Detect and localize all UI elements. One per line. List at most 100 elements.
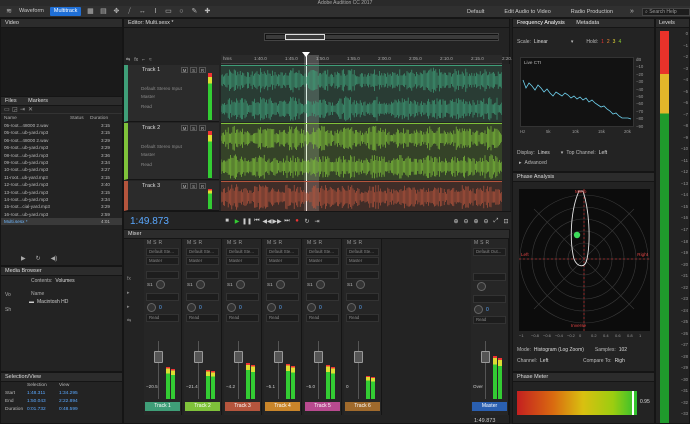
send-knob[interactable] [477,282,486,291]
autoplay-icon[interactable]: ▶ [21,255,26,262]
view-value[interactable]: 2:22.894 [59,399,78,404]
eq-row-icon[interactable]: ▸ [127,304,140,310]
overview-window[interactable] [285,34,325,40]
eq-icon[interactable]: ≈ [149,57,152,63]
advanced-row[interactable]: ▸ Advanced [519,160,547,166]
waveform-button[interactable]: Waveform [15,7,48,16]
fx-toggle[interactable]: fx [134,57,138,63]
tab-files[interactable]: Files [5,98,17,104]
strip-track-name[interactable]: Track 4 [265,402,300,411]
solo-button[interactable]: S [480,240,483,246]
slip-tool-icon[interactable]: ↔ [138,8,146,16]
spectral-display-icon[interactable]: ▦ [86,8,94,16]
sends-icon[interactable]: ⌐ [142,57,145,63]
stop-icon[interactable]: ■ [222,218,232,224]
volume-fader[interactable] [154,351,163,364]
volume-knob[interactable] [347,303,356,312]
play-icon[interactable]: ▶ [232,218,242,225]
workspace-menu-icon[interactable]: » [628,8,636,16]
strip-eq[interactable] [146,293,179,301]
track-mode[interactable]: Read [128,161,219,169]
selection-value[interactable]: 0:01.732 [27,407,59,412]
hold-2-button[interactable]: 2 [607,39,610,45]
file-row[interactable]: 09-root...ub-yard.mp3 3:34 [1,159,122,166]
strip-automation-mode[interactable]: Read [346,314,379,322]
volume-knob[interactable] [227,303,236,312]
mute-button[interactable]: M [187,240,191,246]
view-value[interactable]: 1:34.295 [59,391,78,396]
solo-button[interactable]: S [190,67,197,73]
track-header[interactable]: Track 1 M S R Default Stereo Input Master Read [124,65,219,122]
track-output[interactable]: Master [128,93,219,101]
strip-fx-rack[interactable] [346,271,379,279]
volume-value[interactable]: 0 [359,305,362,311]
strip-eq[interactable] [473,295,506,303]
volume-value[interactable]: 0 [239,305,242,311]
file-row[interactable]: 11-root...ub-yard.mp3 3:15 [1,174,122,181]
solo-button[interactable]: S [273,240,276,246]
strip-input[interactable]: Default Ste... [306,248,339,256]
frequency-graph[interactable]: Live CTI [520,57,634,127]
strip-automation-mode[interactable]: Read [226,314,259,322]
mute-button[interactable]: M [181,125,188,131]
tab-frequency-analysis[interactable]: Frequency Analysis [517,20,565,26]
volume-knob[interactable] [187,303,196,312]
solo-button[interactable]: S [233,240,236,246]
routing-icon[interactable]: ⇆ [126,57,130,63]
selection-value[interactable]: 1:50.043 [27,399,59,404]
audio-clip[interactable] [220,65,503,122]
mute-button[interactable]: M [307,240,311,246]
strip-eq[interactable] [266,293,299,301]
strip-track-name[interactable]: Track 6 [345,402,380,411]
loop-playback-icon[interactable]: ↻ [302,218,312,225]
vo-item[interactable]: Vo [5,292,11,298]
overview-bar[interactable] [264,33,499,41]
mute-button[interactable]: M [227,240,231,246]
strip-automation-mode[interactable]: Read [306,314,339,322]
strip-output[interactable]: Master [186,257,219,265]
strip-track-name[interactable]: Track 2 [185,402,220,411]
strip-track-name[interactable]: Master [472,402,507,411]
strip-track-name[interactable]: Track 1 [145,402,180,411]
tab-metadata[interactable]: Metadata [576,20,599,26]
file-row[interactable]: 12-root...ub-yard.mp3 3:40 [1,181,122,188]
file-row[interactable]: 08-root...ub-yard.mp3 3:36 [1,152,122,159]
razor-tool-icon[interactable]: ⧸ [125,8,133,16]
strip-automation-mode[interactable]: Read [266,314,299,322]
record-arm-button[interactable]: R [199,240,203,246]
scale-select[interactable]: Linear [534,39,568,45]
strip-output[interactable]: Master [226,257,259,265]
col-duration[interactable]: Duration [90,116,112,121]
fast-forward-icon[interactable]: ▶▶ [272,218,282,225]
send-label[interactable]: S1 [347,282,353,287]
strip-automation-mode[interactable]: Read [186,314,219,322]
display-select[interactable]: Lines [538,150,558,156]
solo-button[interactable]: S [353,240,356,246]
mute-button[interactable]: M [474,240,478,246]
solo-button[interactable]: S [153,240,156,246]
search-help-field[interactable]: ⌕ Search Help [642,7,690,16]
send-label[interactable]: S1 [307,282,313,287]
strip-output[interactable]: Master [266,257,299,265]
file-row[interactable]: 06-root...48000 2.wav 3:29 [1,137,122,144]
macintosh-hd-item[interactable]: ▬ Macintosh HD [29,299,68,305]
volume-icon[interactable]: ◀) [51,255,58,262]
mute-button[interactable]: M [347,240,351,246]
marquee-tool-icon[interactable]: ▭ [164,8,172,16]
file-row[interactable]: 14-root...ub-yard.mp3 3:34 [1,196,122,203]
strip-fx-rack[interactable] [146,271,179,279]
volume-value[interactable]: 0 [279,305,282,311]
strip-input[interactable]: Default Ste... [146,248,179,256]
mute-button[interactable]: M [147,240,151,246]
view-value[interactable]: 0:48.599 [59,407,78,412]
display-chevron-icon[interactable]: ▾ [561,150,564,156]
col-status[interactable]: Status [70,116,90,121]
zoom-selection-icon[interactable]: ⊡ [501,218,511,225]
hold-4-button[interactable]: 4 [618,39,621,45]
volume-knob[interactable] [474,305,483,314]
volume-fader[interactable] [481,351,490,364]
mute-button[interactable]: M [181,183,188,189]
strip-eq[interactable] [346,293,379,301]
record-icon[interactable]: ● [292,218,302,224]
strip-input[interactable]: Default Out... [473,248,506,256]
